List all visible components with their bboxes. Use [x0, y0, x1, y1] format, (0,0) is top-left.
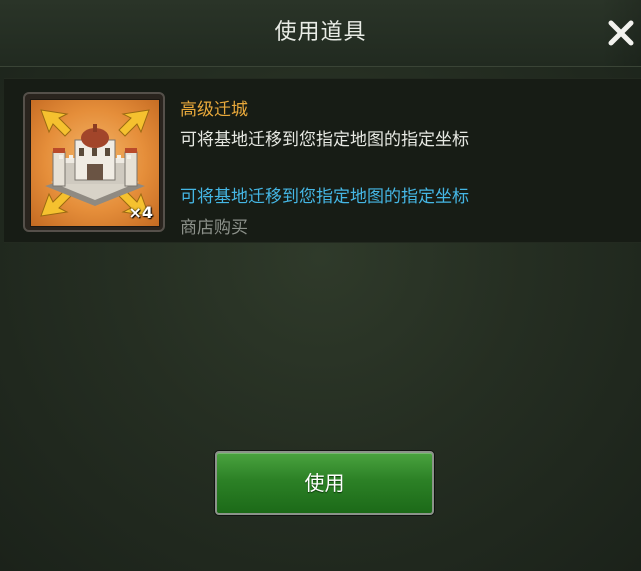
close-icon	[608, 20, 634, 46]
dialog-title: 使用道具	[274, 20, 367, 45]
dialog-header: 使用道具	[0, 0, 641, 67]
item-panel: ×4 高级迁城 可将基地迁移到您指定地图的指定坐标 可将基地迁移到您指定地图的指…	[4, 78, 641, 243]
item-source: 商店购买	[180, 218, 248, 238]
item-effect: 可将基地迁移到您指定地图的指定坐标	[180, 187, 469, 207]
item-name: 高级迁城	[180, 100, 248, 120]
use-button[interactable]: 使用	[215, 451, 434, 515]
item-quantity: ×4	[128, 203, 153, 222]
close-button[interactable]	[601, 0, 641, 66]
castle-relocate-icon: ×4	[30, 99, 160, 227]
item-icon-frame: ×4	[23, 92, 165, 232]
item-description: 可将基地迁移到您指定地图的指定坐标	[180, 130, 469, 150]
